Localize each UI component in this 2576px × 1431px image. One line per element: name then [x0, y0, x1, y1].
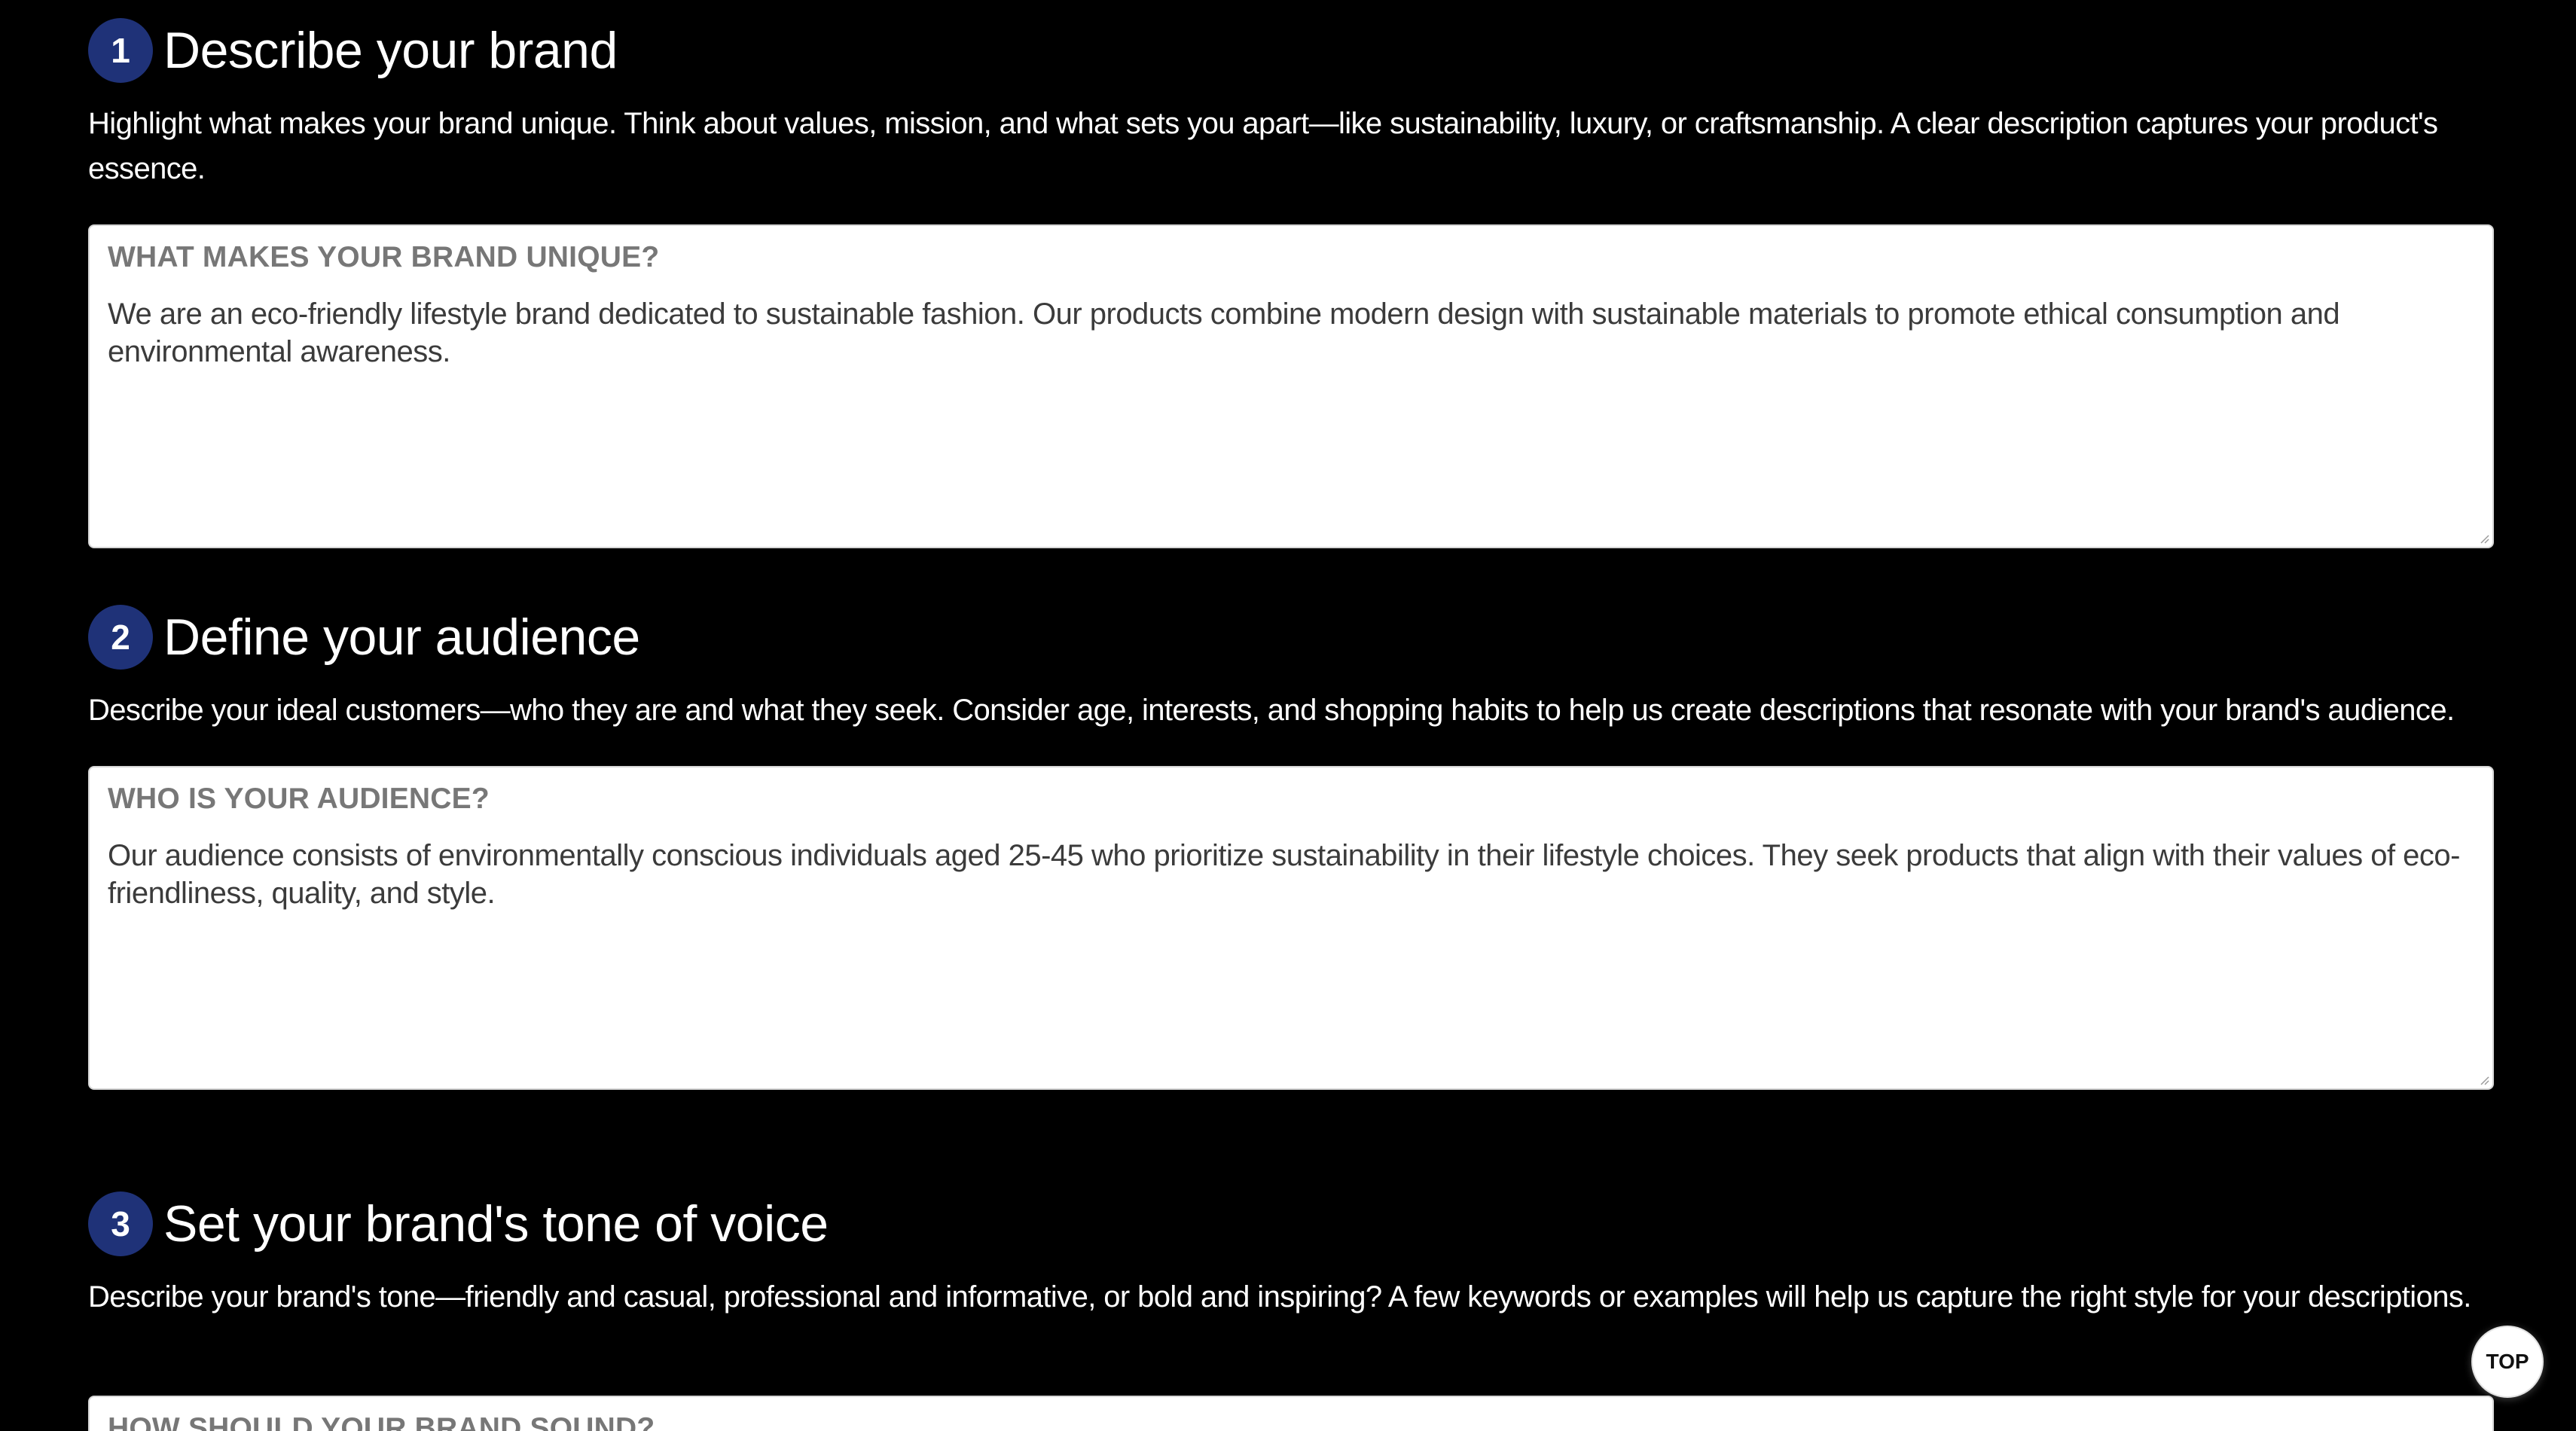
section-define-audience: 2 Define your audience Describe your ide…: [88, 603, 2494, 1090]
section-description: Describe your ideal customers—who they a…: [88, 694, 2455, 727]
section-header: 2 Define your audience: [88, 603, 2494, 671]
section-description: Highlight what makes your brand unique. …: [88, 107, 2438, 185]
scroll-to-top-button[interactable]: TOP: [2471, 1326, 2544, 1398]
step-number-badge: 2: [88, 605, 153, 670]
step-number-badge: 1: [88, 18, 153, 83]
section-title: Set your brand's tone of voice: [163, 1195, 829, 1253]
field-label: WHO IS YOUR AUDIENCE?: [108, 783, 490, 815]
section-title: Define your audience: [163, 609, 640, 666]
section-title: Describe your brand: [163, 22, 618, 79]
section-tone-of-voice: 3 Set your brand's tone of voice Describ…: [88, 1190, 2494, 1320]
section-description: Describe your brand's tone—friendly and …: [88, 1280, 2471, 1314]
field-label: HOW SHOULD YOUR BRAND SOUND?: [108, 1412, 655, 1431]
resize-handle-icon[interactable]: [2479, 1075, 2489, 1085]
section-describe-brand: 1 Describe your brand Highlight what mak…: [88, 17, 2494, 548]
tone-textarea[interactable]: HOW SHOULD YOUR BRAND SOUND?: [88, 1396, 2494, 1431]
field-value[interactable]: Our audience consists of environmentally…: [108, 837, 2474, 912]
step-number-badge: 3: [88, 1191, 153, 1256]
brand-unique-textarea[interactable]: WHAT MAKES YOUR BRAND UNIQUE? We are an …: [88, 224, 2494, 548]
audience-textarea[interactable]: WHO IS YOUR AUDIENCE? Our audience consi…: [88, 766, 2494, 1090]
resize-handle-icon[interactable]: [2479, 533, 2489, 544]
section-header: 1 Describe your brand: [88, 17, 2494, 84]
field-value[interactable]: We are an eco-friendly lifestyle brand d…: [108, 295, 2474, 371]
field-label: WHAT MAKES YOUR BRAND UNIQUE?: [108, 241, 660, 273]
brand-setup-page: 1 Describe your brand Highlight what mak…: [0, 0, 2576, 1431]
section-header: 3 Set your brand's tone of voice: [88, 1190, 2494, 1258]
